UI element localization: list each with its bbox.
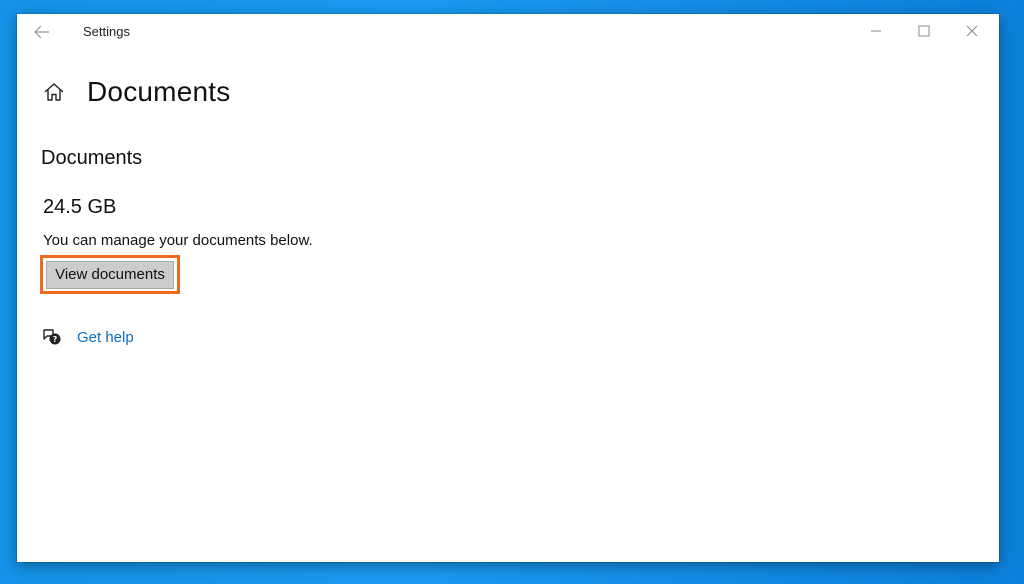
minimize-button[interactable] bbox=[853, 14, 899, 48]
help-chat-icon: ? bbox=[41, 327, 63, 347]
maximize-button[interactable] bbox=[901, 14, 947, 48]
back-arrow-icon bbox=[34, 25, 49, 39]
section-description: You can manage your documents below. bbox=[43, 232, 313, 249]
home-icon bbox=[44, 83, 64, 101]
window-title: Settings bbox=[83, 24, 130, 39]
view-documents-button[interactable]: View documents bbox=[46, 260, 174, 289]
get-help-link[interactable]: Get help bbox=[77, 329, 134, 346]
maximize-icon bbox=[918, 25, 930, 37]
page-title: Documents bbox=[87, 76, 231, 107]
get-help-row: ? Get help bbox=[41, 327, 134, 347]
documents-size: 24.5 GB bbox=[43, 196, 117, 218]
page-header: Documents bbox=[41, 74, 230, 110]
home-button[interactable] bbox=[41, 79, 67, 105]
settings-window: Settings Documents Documents 24.5 GB You… bbox=[17, 14, 999, 562]
svg-text:?: ? bbox=[53, 335, 58, 344]
close-button[interactable] bbox=[949, 14, 995, 48]
button-highlight-box: View documents bbox=[40, 255, 180, 294]
back-button[interactable] bbox=[31, 22, 53, 42]
close-icon bbox=[966, 25, 978, 37]
minimize-icon bbox=[871, 30, 881, 32]
title-bar: Settings bbox=[17, 14, 999, 50]
section-title: Documents bbox=[41, 147, 143, 169]
